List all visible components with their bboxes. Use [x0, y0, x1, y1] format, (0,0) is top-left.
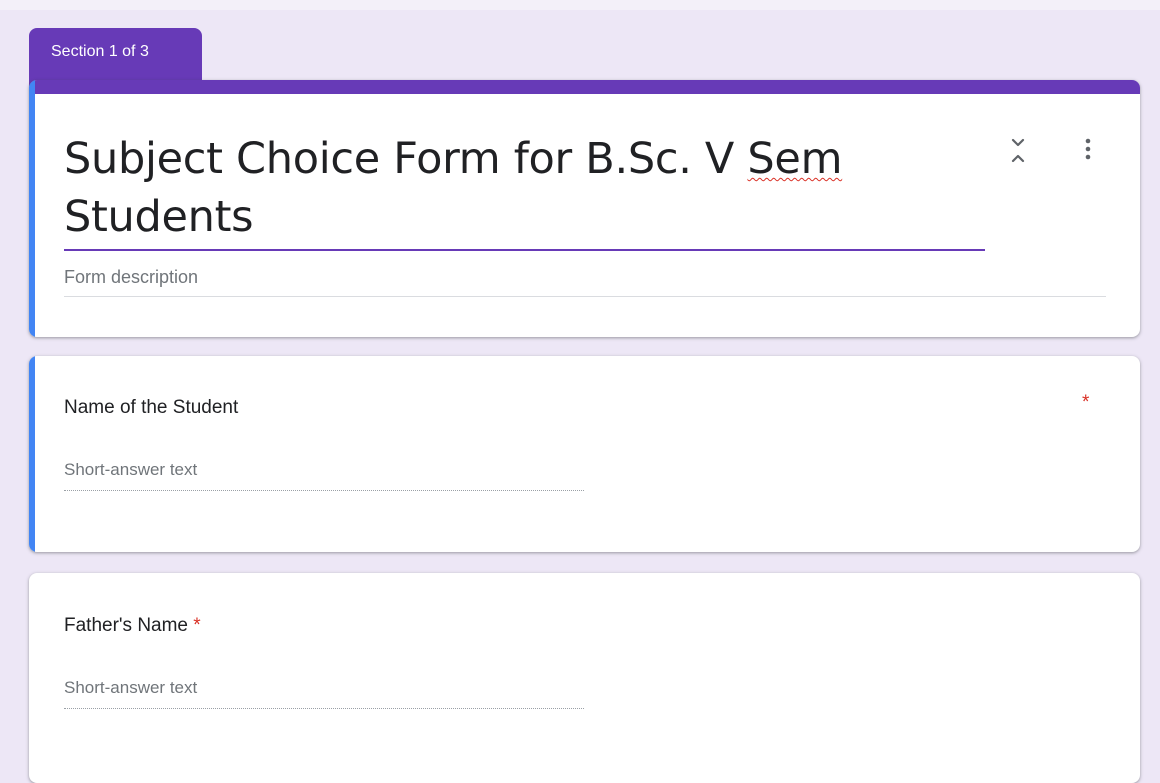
page-top-edge — [0, 0, 1160, 10]
required-marker: * — [1082, 392, 1090, 413]
short-answer-placeholder: Short-answer text — [64, 460, 584, 491]
active-section-indicator — [29, 80, 35, 337]
section-tab-label: Section 1 of 3 — [51, 43, 149, 60]
form-title-spellcheck-word: Sem — [747, 134, 843, 184]
section-tab: Section 1 of 3 — [29, 28, 202, 86]
short-answer-placeholder: Short-answer text — [64, 678, 584, 709]
form-title-underline — [64, 249, 985, 251]
form-description-underline — [64, 296, 1106, 297]
question-title[interactable]: Name of the Student — [64, 397, 238, 419]
form-title-line2: Students — [64, 192, 254, 242]
form-title[interactable]: Subject Choice Form for B.Sc. V Sem Stud… — [64, 130, 984, 246]
more-vertical-icon[interactable] — [1078, 136, 1098, 166]
active-question-indicator — [29, 356, 35, 552]
question-title-text: Father's Name — [64, 615, 189, 636]
required-marker: * — [193, 615, 201, 636]
question-card[interactable]: Father's Name * Short-answer text — [29, 573, 1140, 783]
form-description-field[interactable]: Form description — [64, 267, 198, 288]
question-card[interactable]: Name of the Student * Short-answer text — [29, 356, 1140, 552]
header-accent-band — [29, 80, 1140, 94]
form-title-prefix: Subject Choice Form for B.Sc. V — [64, 134, 748, 184]
form-header-card[interactable]: Subject Choice Form for B.Sc. V Sem Stud… — [29, 80, 1140, 337]
question-title[interactable]: Father's Name * — [64, 615, 201, 637]
unfold-less-icon[interactable] — [1007, 136, 1029, 166]
